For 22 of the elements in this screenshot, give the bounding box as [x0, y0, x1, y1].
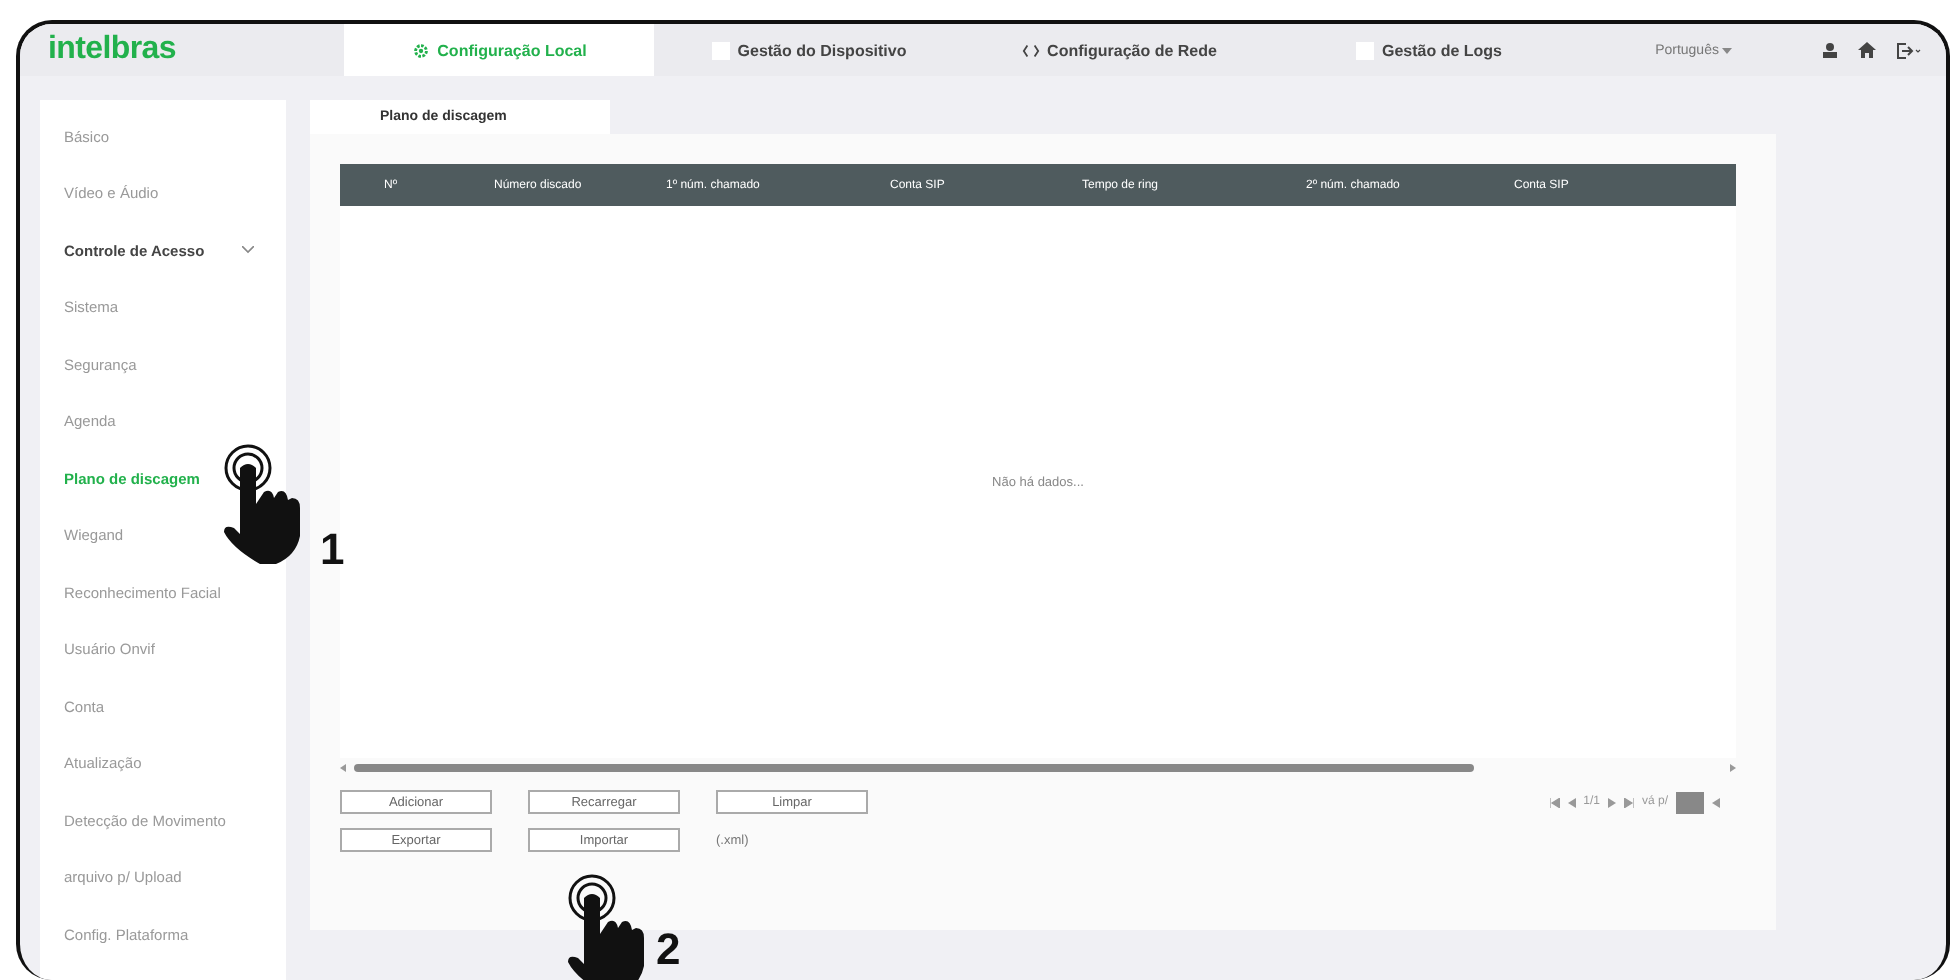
step-number: 1 [320, 524, 345, 576]
scroll-right-icon[interactable] [1728, 763, 1736, 771]
first-page-icon[interactable] [1549, 797, 1560, 807]
logo: intelbras [46, 32, 178, 68]
go-icon[interactable] [1712, 797, 1720, 807]
nav-tab[interactable]: Gestão de Logs [1274, 24, 1584, 76]
next-page-icon[interactable] [1607, 797, 1616, 807]
caret-icon [1722, 47, 1733, 53]
nav-tab[interactable]: Configuração de Rede [964, 24, 1274, 76]
home-icon[interactable] [1858, 42, 1876, 58]
scrollbar-thumb[interactable] [354, 763, 1474, 771]
step-number: 2 [656, 924, 681, 976]
logout-icon[interactable] [1896, 41, 1922, 59]
nav-tab[interactable]: Configuração Local [344, 24, 654, 76]
last-page-icon[interactable] [1623, 797, 1634, 807]
previous-page-icon[interactable] [1567, 797, 1576, 807]
page-input[interactable] [1676, 791, 1704, 813]
scroll-left-icon[interactable] [340, 763, 348, 771]
user-icon[interactable] [1822, 42, 1838, 58]
gear-icon [411, 41, 430, 59]
network-icon [1021, 41, 1040, 59]
nav-tab[interactable]: Gestão do Dispositivo [654, 24, 964, 76]
